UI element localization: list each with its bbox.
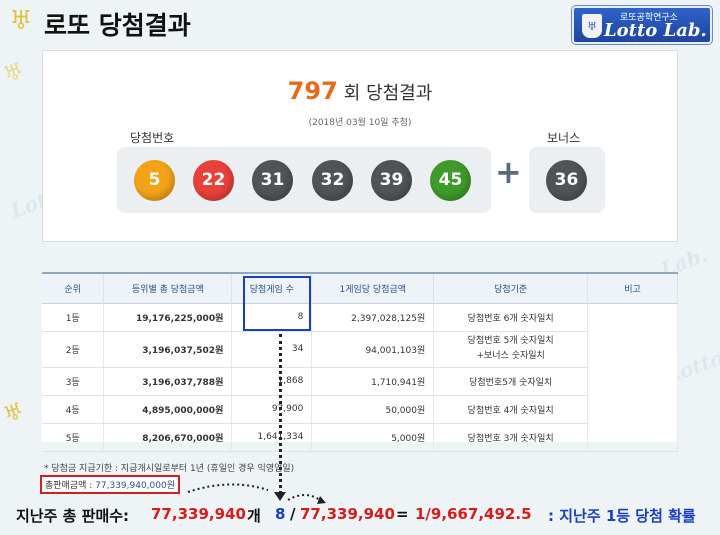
summary-win-count: 8 [275,505,286,523]
curved-arrow-path [287,494,321,501]
summary-label: 지난주 총 판매수: [16,507,130,525]
summary-total: 77,339,940 [151,505,246,523]
curved-arrow [187,483,326,504]
summary-unit: 개 [247,507,261,525]
summary-slash: / [290,505,296,523]
summary-description: : 지난주 1등 당첨 확률 [548,507,696,525]
payment-deadline-note: * 당첨금 지급기한 : 지급개시일로부터 1년 (휴일인 경우 익영업일) [44,464,295,474]
summary-denominator: 77,339,940 [300,505,395,523]
total-sales-box: 총판매금액 : 77,339,940,000원 [40,475,181,494]
probability-summary: 지난주 총 판매수: 77,339,940 개 8 / 77,339,940 =… [0,503,720,535]
summary-ratio: 1/9,667,492.5 [415,505,532,523]
total-sales-value: 77,339,940,000원 [95,481,176,491]
summary-equals: = [396,505,409,523]
curved-arrow-path [187,483,269,493]
total-sales-label: 총판매금액 : [45,481,96,491]
